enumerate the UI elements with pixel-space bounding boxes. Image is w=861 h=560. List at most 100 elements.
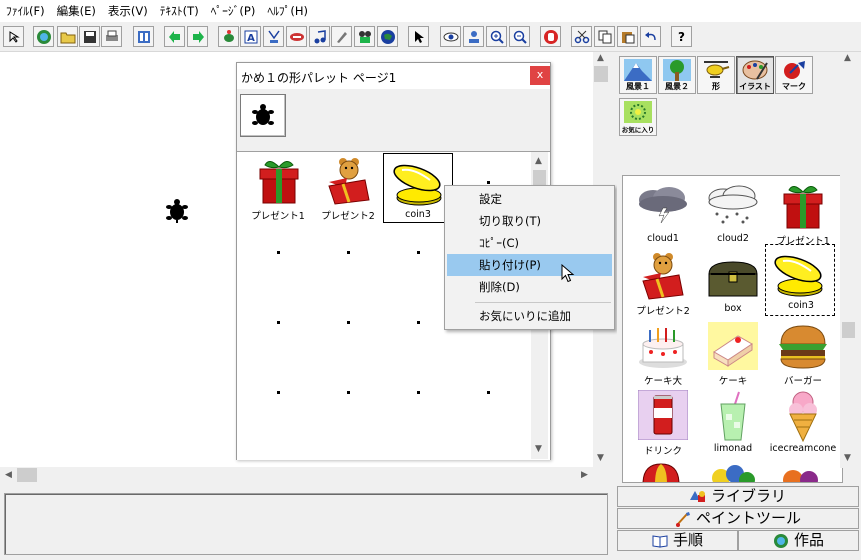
scroll-down-arrow-icon[interactable]: ▼ (597, 454, 604, 463)
stamp-icon[interactable] (463, 26, 484, 47)
menu-text[interactable]: ﾃｷｽﾄ(T) (154, 0, 205, 22)
menu-view[interactable]: 表示(V) (102, 0, 154, 22)
menu-item-settings[interactable]: 設定 (447, 188, 612, 210)
turtle-icon (252, 103, 274, 125)
treasure-chest-icon (708, 261, 758, 297)
library-item-present1[interactable]: プレゼント1 (768, 178, 838, 248)
palette-item-coin3[interactable]: coin3 (383, 153, 453, 223)
cut-icon[interactable] (571, 26, 592, 47)
works-button[interactable]: 作品 (738, 530, 859, 551)
empty-slot[interactable] (347, 321, 350, 324)
cursor-mode-icon[interactable] (3, 26, 24, 47)
canvas-horizontal-scrollbar-thumb[interactable] (17, 468, 37, 482)
pen-tool-icon[interactable] (331, 26, 352, 47)
paint-tool-button[interactable]: ペイントツール (617, 508, 859, 529)
scroll-down-arrow-icon[interactable]: ▼ (535, 445, 542, 454)
empty-slot[interactable] (277, 321, 280, 324)
current-shape-preview[interactable] (240, 94, 286, 137)
save-icon[interactable] (79, 26, 100, 47)
palette-item-present1[interactable]: プレゼント1 (243, 153, 313, 223)
procedure-button[interactable]: 手順 (617, 530, 738, 551)
print-icon[interactable] (101, 26, 122, 47)
open-folder-icon[interactable] (57, 26, 78, 47)
turtle-icon[interactable] (165, 198, 189, 227)
stop-hand-icon[interactable] (540, 26, 561, 47)
library-item-cloud2[interactable]: cloud2 (698, 178, 768, 248)
turtle-tool-icon[interactable] (218, 26, 239, 47)
scroll-up-arrow-icon[interactable]: ▲ (844, 54, 851, 63)
category-tab-favorites[interactable]: お気に入り (619, 98, 657, 136)
empty-slot[interactable] (417, 391, 420, 394)
library-item-coin3[interactable]: coin3 (765, 244, 835, 316)
eraser-icon[interactable] (286, 26, 307, 47)
zoom-in-icon[interactable] (486, 26, 507, 47)
cake-slice-icon (708, 322, 758, 370)
menu-item-add-favorite[interactable]: お気にいりに追加 (447, 305, 612, 327)
music-note-icon[interactable] (309, 26, 330, 47)
empty-slot[interactable] (347, 251, 350, 254)
library-item-cake[interactable]: ケーキ (698, 318, 768, 388)
globe-icon[interactable] (33, 26, 54, 47)
library-item-burger[interactable]: バーガー (768, 318, 838, 388)
category-tab-illustration[interactable]: イラスト (736, 56, 774, 94)
world-map-icon[interactable] (377, 26, 398, 47)
menu-item-cut[interactable]: 切り取り(T) (447, 210, 612, 232)
teddy-gift-icon (328, 158, 370, 205)
category-tab-scenery2[interactable]: 風景２ (658, 56, 696, 94)
library-scrollbar-thumb[interactable] (842, 322, 855, 338)
scroll-up-arrow-icon[interactable]: ▲ (597, 54, 604, 63)
copy-icon[interactable] (594, 26, 615, 47)
library-item-present2[interactable]: プレゼント2 (628, 248, 698, 318)
pointer-icon[interactable] (408, 26, 429, 47)
menu-edit[interactable]: 編集(E) (51, 0, 102, 22)
menu-item-paste[interactable]: 貼り付け(P) (447, 254, 612, 276)
library-item-limonad[interactable]: limonad (698, 388, 768, 458)
palette-item-present2[interactable]: プレゼント2 (313, 153, 383, 223)
movie-camera-icon[interactable] (354, 26, 375, 47)
procedure-button-label: 手順 (672, 531, 703, 549)
paint-tool-button-label: ペイントツール (695, 509, 801, 527)
canvas-vertical-scrollbar-thumb[interactable] (594, 66, 608, 82)
empty-slot[interactable] (487, 391, 490, 394)
message-area[interactable] (4, 493, 608, 555)
prev-page-icon[interactable] (164, 26, 185, 47)
empty-slot[interactable] (277, 251, 280, 254)
scroll-right-arrow-icon[interactable]: ▶ (581, 471, 588, 480)
library-item-list[interactable]: cloud1 cloud2 プレゼント1 プレゼント2 box coin3 ケー… (622, 175, 843, 483)
library-item-cloud1[interactable]: cloud1 (628, 178, 698, 248)
library-item-icecreamcone[interactable]: icecreamcone (768, 388, 838, 458)
empty-slot[interactable] (487, 181, 490, 184)
undo-icon[interactable] (640, 26, 661, 47)
category-tab-mark[interactable]: マーク (775, 56, 813, 94)
empty-slot[interactable] (347, 391, 350, 394)
help-button[interactable]: ? (671, 26, 692, 47)
scroll-down-arrow-icon[interactable]: ▼ (844, 454, 851, 463)
paste-icon[interactable] (617, 26, 638, 47)
scroll-left-arrow-icon[interactable]: ◀ (5, 471, 12, 480)
palette-titlebar[interactable]: かめ１の形パレット ページ1 x (237, 63, 550, 89)
empty-slot[interactable] (277, 391, 280, 394)
close-button[interactable]: x (530, 66, 550, 85)
text-tool-icon[interactable]: A (240, 26, 261, 47)
library-vertical-scrollbar[interactable]: ▲ ▼ (840, 52, 857, 468)
antenna-icon[interactable] (263, 26, 284, 47)
next-page-icon[interactable] (187, 26, 208, 47)
menu-help[interactable]: ﾍﾙﾌﾟ(H) (261, 0, 314, 22)
zoom-out-icon[interactable] (509, 26, 530, 47)
empty-slot[interactable] (417, 251, 420, 254)
category-tab-shape[interactable]: 形 (697, 56, 735, 94)
page-layout-icon[interactable] (133, 26, 154, 47)
library-button[interactable]: ライブラリ (617, 486, 859, 507)
empty-slot[interactable] (417, 321, 420, 324)
library-item-drink[interactable]: ドリンク (628, 388, 698, 458)
menu-item-delete[interactable]: 削除(D) (447, 276, 612, 298)
menu-file[interactable]: ﾌｧｲﾙ(F) (0, 0, 51, 22)
menu-page[interactable]: ﾍﾟｰｼﾞ(P) (205, 0, 262, 22)
library-item-big-cake[interactable]: ケーキ大 (628, 318, 698, 388)
category-tab-scenery1[interactable]: 風景１ (619, 56, 657, 94)
library-item-box[interactable]: box (698, 248, 768, 318)
scroll-up-arrow-icon[interactable]: ▲ (535, 157, 542, 166)
canvas-horizontal-scrollbar[interactable]: ◀ ▶ (0, 467, 593, 484)
eye-icon[interactable] (440, 26, 461, 47)
menu-item-copy[interactable]: ｺﾋﾟｰ(C) (447, 232, 612, 254)
